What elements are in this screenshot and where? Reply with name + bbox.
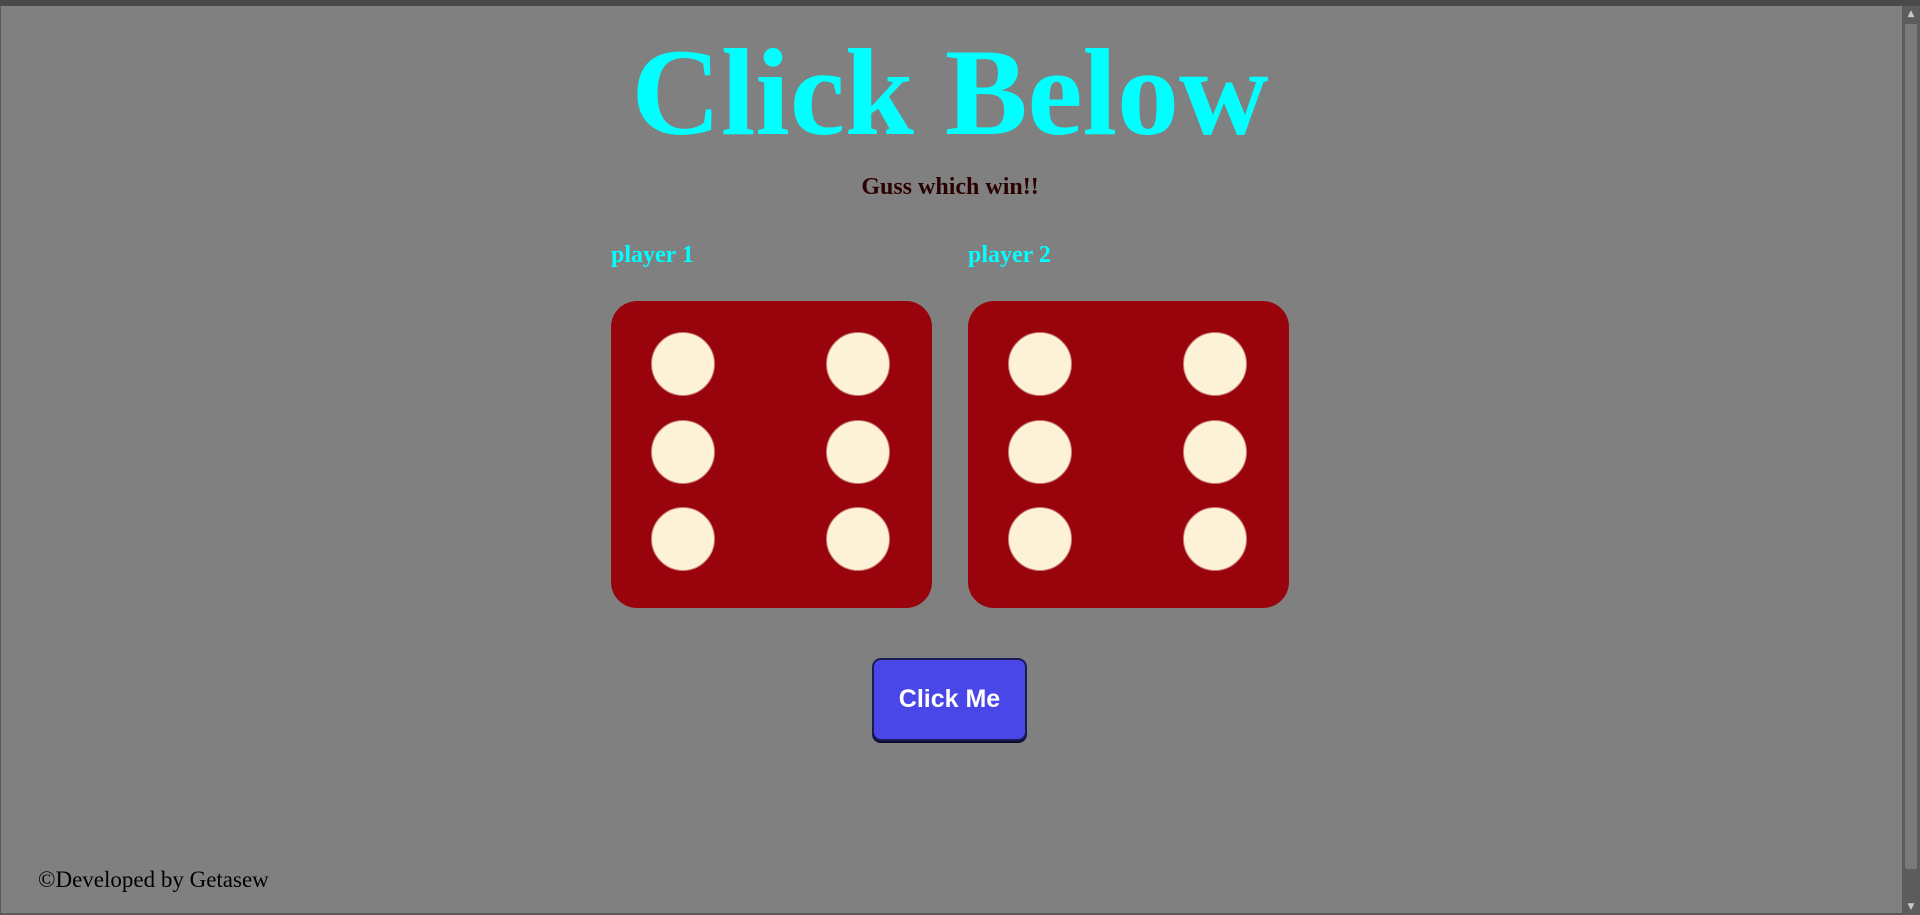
- player-2-die: [968, 301, 1289, 608]
- scroll-down-arrow-icon[interactable]: ▼: [1902, 899, 1920, 915]
- player-1-die: [611, 301, 932, 608]
- page-subtitle: Guss which win!!: [861, 174, 1039, 200]
- die-pip: [826, 420, 890, 484]
- die-pip: [826, 332, 890, 396]
- die-pip: [1183, 332, 1247, 396]
- die-pip: [1183, 420, 1247, 484]
- vertical-scrollbar[interactable]: ▲ ▼: [1902, 6, 1920, 915]
- die-pip: [826, 507, 890, 571]
- die-pip: [1008, 507, 1072, 571]
- window-top-border: [0, 0, 1920, 6]
- die-pip: [651, 332, 715, 396]
- click-me-button[interactable]: Click Me: [872, 658, 1027, 741]
- developer-credit: ©Developed by Getasew: [38, 867, 269, 892]
- die-pip: [651, 507, 715, 571]
- die-pip: [1183, 507, 1247, 571]
- scroll-up-arrow-icon[interactable]: ▲: [1902, 6, 1920, 22]
- page-title: Click Below: [631, 24, 1269, 161]
- scrollbar-thumb[interactable]: [1905, 24, 1917, 869]
- player-1-label: player 1: [611, 242, 694, 268]
- player-2-label: player 2: [968, 242, 1051, 268]
- die-pip: [651, 420, 715, 484]
- die-pip: [1008, 420, 1072, 484]
- die-pip: [1008, 332, 1072, 396]
